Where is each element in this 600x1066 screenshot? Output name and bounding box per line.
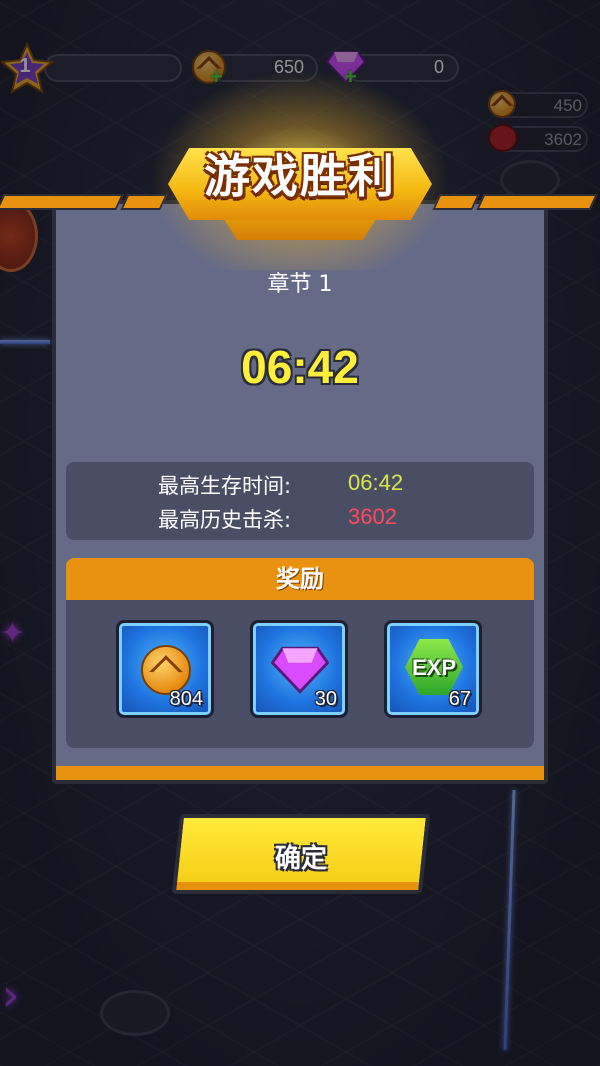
reward-item-exp[interactable]: EXP 67 [384, 620, 482, 718]
reward-exp-count: 67 [448, 688, 471, 710]
exp-label: EXP [411, 655, 457, 680]
best-kills-label: 最高历史击杀: [158, 508, 292, 532]
reward-item-gems[interactable]: 30 [250, 620, 348, 718]
survival-time: 06:42 [241, 341, 359, 393]
best-time-label: 最高生存时间: [158, 474, 292, 498]
rewards-box: 奖励 804 30 EXP 67 [66, 558, 534, 748]
reward-item-coins[interactable]: 804 [116, 620, 214, 718]
rewards-header: 奖励 [66, 558, 534, 600]
best-records-box: 最高生存时间: 06:42 最高历史击杀: 3602 [66, 462, 534, 540]
chapter-label: 章节 1 [267, 272, 333, 297]
reward-coins-count: 804 [169, 688, 203, 710]
victory-title: 游戏胜利 [204, 149, 396, 203]
best-kills-value: 3602 [348, 504, 397, 529]
confirm-button[interactable] [171, 814, 431, 894]
reward-gems-count: 30 [314, 688, 337, 710]
panel-footer-stripe [56, 766, 544, 780]
best-time-value: 06:42 [348, 470, 404, 495]
title-ribbon-left [0, 194, 124, 210]
title-ribbon-right [476, 194, 598, 210]
